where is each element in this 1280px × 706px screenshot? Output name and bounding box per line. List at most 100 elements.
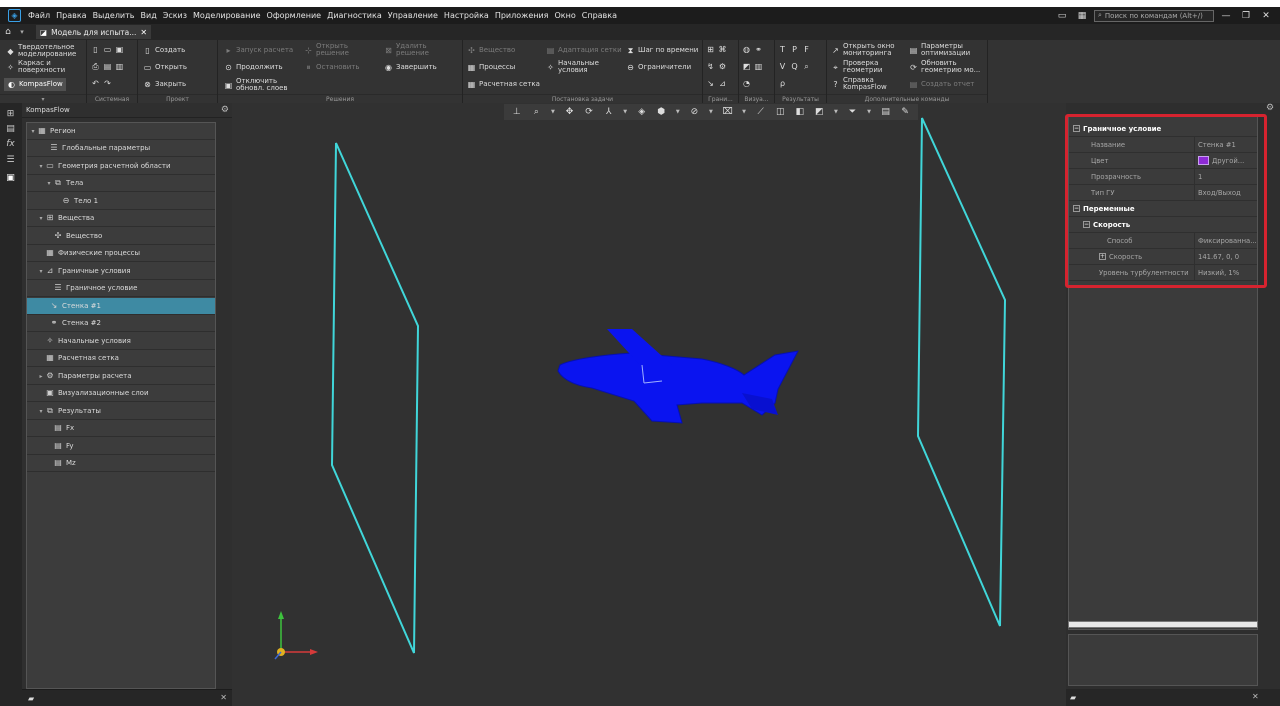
print-button[interactable]: ⎙ ▤ ▥	[91, 62, 124, 71]
menu-design[interactable]: Оформление	[264, 7, 325, 24]
collapse-arrow-icon[interactable]: ▾	[37, 163, 45, 170]
menu-select[interactable]: Выделить	[90, 7, 138, 24]
vis-tools-3[interactable]: ◔	[742, 79, 751, 88]
panel-icon[interactable]: ▣	[5, 173, 16, 184]
cube-icon[interactable]: ◈	[636, 107, 648, 117]
limiters-button[interactable]: ⊖ Ограничители	[626, 63, 691, 72]
menu-diagnostics[interactable]: Диагностика	[324, 7, 385, 24]
display-dropdown-icon[interactable]: ▼	[675, 109, 681, 115]
hide-dropdown-icon[interactable]: ▼	[708, 109, 714, 115]
optimization-params-button[interactable]: ▤ Параметры оптимизации	[909, 43, 970, 57]
section-icon[interactable]: ⌧	[722, 107, 734, 117]
tree-item-mesh[interactable]: ▦ Расчетная сетка	[27, 350, 215, 367]
menu-help[interactable]: Справка	[579, 7, 620, 24]
home-icon[interactable]: ⌂	[0, 24, 16, 40]
collapse-arrow-icon[interactable]: ▾	[45, 180, 53, 187]
close-tab-icon[interactable]: ✕	[140, 28, 147, 37]
menu-file[interactable]: Файл	[25, 7, 53, 24]
light-icon[interactable]: ◩	[813, 107, 825, 117]
comment-icon[interactable]: ▰	[1070, 693, 1076, 702]
gear-icon[interactable]: ⚙	[1266, 103, 1274, 113]
tree-item-boundary-conditions[interactable]: ▾ ⊿ Граничные условия	[27, 263, 215, 280]
menu-modeling[interactable]: Моделирование	[190, 7, 264, 24]
collapse-arrow-icon[interactable]: ▾	[37, 268, 45, 275]
refresh-geometry-button[interactable]: ⟳ Обновить геометрию мо...	[909, 60, 980, 74]
collapse-arrow-icon[interactable]: ▾	[37, 408, 45, 415]
tree-item-results[interactable]: ▾ ⧉ Результаты	[27, 403, 215, 420]
close-icon[interactable]: ✕	[1252, 692, 1259, 701]
tree-item-vis-layers[interactable]: ▣ Визуализационные слои	[27, 385, 215, 402]
tree-item-initial-conditions[interactable]: ✧ Начальные условия	[27, 333, 215, 350]
eyedropper-icon[interactable]: ✎	[899, 107, 911, 117]
snap-icon[interactable]: ⊥	[511, 107, 523, 117]
expand-arrow-icon[interactable]: ▸	[37, 373, 45, 380]
mesh-adapt-button[interactable]: ▤ Адаптация сетки	[546, 46, 622, 55]
tree-item-boundary-condition[interactable]: ☰ Граничное условие	[27, 280, 215, 297]
section-dropdown-icon[interactable]: ▼	[741, 109, 747, 115]
tree-item-global-params[interactable]: ☰ Глобальные параметры	[27, 140, 215, 157]
vis-tools-2[interactable]: ◩ ▥	[742, 62, 763, 71]
list-icon[interactable]: ☰	[5, 155, 16, 166]
document-tab[interactable]: ◪ Модель для испыта... ✕	[36, 25, 152, 39]
close-project-button[interactable]: ⊗ Закрыть	[143, 80, 186, 89]
tree-item-calc-params[interactable]: ▸ ⚙ Параметры расчета	[27, 368, 215, 385]
delete-solution-button[interactable]: ⊠ Удалить решение	[384, 43, 429, 57]
3d-viewport[interactable]: ⊥ ⌕ ▼ ✥ ⟳ ⅄ ▼ ◈ ⬢ ▼ ⊘ ▼ ⌧ ▼ ⟋ ◫ ◧ ◩ ▼ ⏷ …	[232, 103, 1066, 706]
layers-strip-icon[interactable]: ▤	[5, 124, 16, 135]
properties-scrollbar[interactable]	[1068, 621, 1258, 628]
filter-icon[interactable]: ⏷	[846, 107, 858, 117]
tree-item-physics[interactable]: ▦ Физические процессы	[27, 245, 215, 262]
light-dropdown-icon[interactable]: ▼	[833, 109, 839, 115]
bounds-tools[interactable]: ⊞ ⌘	[706, 45, 727, 54]
orient-dropdown-icon[interactable]: ▼	[622, 109, 628, 115]
finish-button[interactable]: ◉ Завершить	[384, 63, 437, 72]
check-geometry-button[interactable]: ⌖ Проверка геометрии	[831, 60, 882, 74]
box-icon[interactable]: ◫	[774, 107, 786, 117]
minimize-button[interactable]: —	[1218, 11, 1234, 21]
pan-icon[interactable]: ✥	[563, 107, 575, 117]
select-box-icon[interactable]: ◧	[794, 107, 806, 117]
function-icon[interactable]: fx	[5, 139, 16, 150]
open-button[interactable]: ▭ Открыть	[143, 63, 187, 72]
tab-dropdown-icon[interactable]: ▾	[16, 28, 28, 36]
close-window-button[interactable]: ✕	[1258, 11, 1274, 21]
mode-kompasflow[interactable]: ◐ KompasFlow	[4, 78, 66, 91]
bounds-tools-3[interactable]: ↘ ⊿	[706, 79, 727, 88]
mode-wireframe[interactable]: ✧ Каркас и поверхности	[6, 60, 88, 74]
continue-button[interactable]: ⊙ Продолжить	[224, 63, 283, 72]
time-step-button[interactable]: ⧗ Шаг по времени	[626, 46, 699, 55]
orient-icon[interactable]: ⅄	[603, 107, 615, 117]
mode-solid[interactable]: ◆ Твердотельное моделирование	[6, 44, 88, 58]
collapse-arrow-icon[interactable]: ▾	[37, 215, 45, 222]
results-tools[interactable]: TPF	[778, 45, 811, 54]
tree-item-bodies[interactable]: ▾ ⧉ Тела	[27, 175, 215, 192]
tree-item-substances[interactable]: ▾ ⊞ Вещества	[27, 210, 215, 227]
processes-button[interactable]: ▦ Процессы	[467, 63, 516, 72]
run-calc-button[interactable]: ▸ Запуск расчета	[224, 46, 293, 55]
tree-item-body-1[interactable]: ⊖ Тело 1	[27, 193, 215, 210]
tree-icon[interactable]: ⊞	[5, 109, 16, 120]
menu-view[interactable]: Вид	[138, 7, 160, 24]
tree-item-mz[interactable]: ▤ Mz	[27, 455, 215, 472]
gear-icon[interactable]: ⚙	[221, 105, 229, 115]
stop-button[interactable]: ⏸ Остановить	[304, 63, 360, 72]
scene-canvas[interactable]	[232, 103, 1066, 706]
tree-item-substance[interactable]: ✣ Вещество	[27, 228, 215, 245]
measure-icon[interactable]: ⟋	[755, 107, 767, 117]
grid-icon[interactable]: ▦	[1074, 11, 1090, 21]
create-report-button[interactable]: ▤ Создать отчет	[909, 80, 975, 89]
zoom-dropdown-icon[interactable]: ▼	[550, 109, 556, 115]
new-doc-button[interactable]: ▯ ▭ ▣	[91, 45, 124, 54]
menu-settings[interactable]: Настройка	[441, 7, 492, 24]
vis-tools[interactable]: ◍ ⚭	[742, 45, 763, 54]
menu-manage[interactable]: Управление	[385, 7, 441, 24]
bounds-tools-2[interactable]: ↯ ⚙	[706, 62, 727, 71]
hide-icon[interactable]: ⊘	[688, 107, 700, 117]
undo-redo-buttons[interactable]: ↶ ↷	[91, 79, 112, 88]
help-kompasflow-button[interactable]: ? Справка KompasFlow	[831, 77, 886, 91]
disable-layers-button[interactable]: ▣ Отключить обновл. слоев	[224, 78, 288, 92]
rotate-icon[interactable]: ⟳	[583, 107, 595, 117]
create-button[interactable]: ▯ Создать	[143, 46, 185, 55]
tree-item-wall-1[interactable]: ↘ Стенка #1	[27, 298, 215, 315]
close-icon[interactable]: ✕	[220, 693, 227, 702]
